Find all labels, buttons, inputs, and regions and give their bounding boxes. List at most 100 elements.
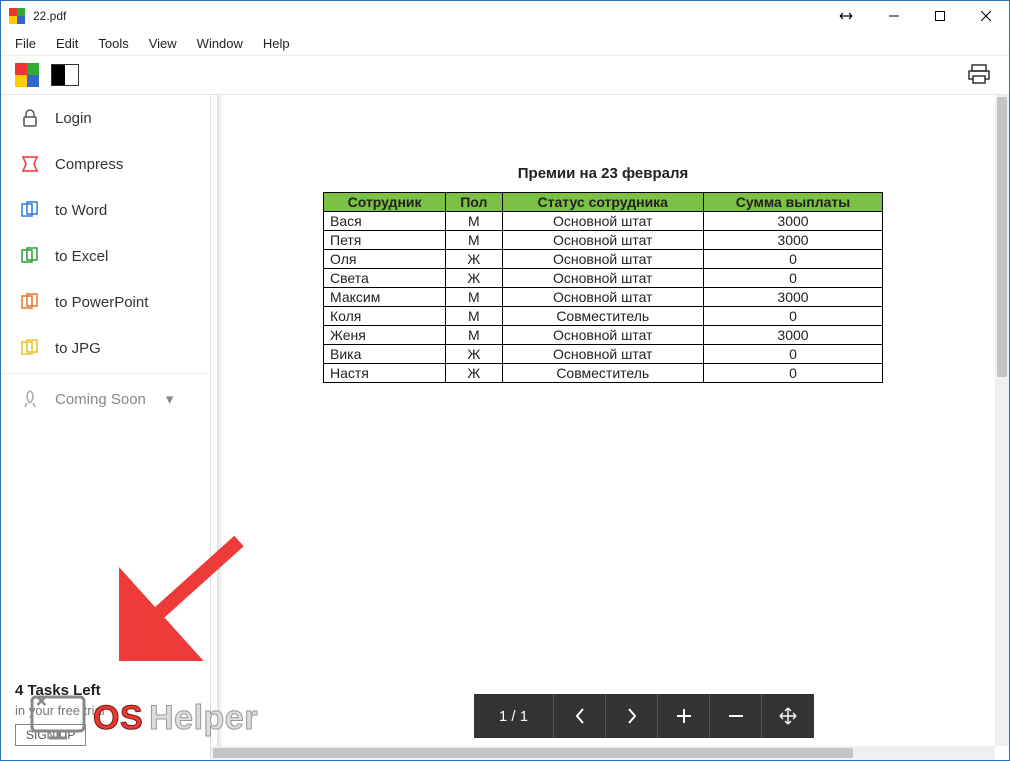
vertical-scroll-thumb[interactable] — [997, 97, 1007, 377]
main: Login Compress to Word to Excel to Power… — [1, 95, 1009, 760]
table-cell: М — [446, 212, 502, 231]
close-button[interactable] — [963, 1, 1009, 31]
menu-view[interactable]: View — [141, 34, 185, 53]
menu-edit[interactable]: Edit — [48, 34, 86, 53]
sidebar-item-coming-soon[interactable]: Coming Soon ▾ — [1, 376, 210, 422]
table-cell: Вася — [324, 212, 446, 231]
table-cell: Женя — [324, 326, 446, 345]
jpg-icon — [19, 337, 41, 359]
table-row: НастяЖСовместитель0 — [324, 364, 883, 383]
pager-toolbar: 1 / 1 — [474, 694, 814, 738]
compress-icon — [19, 153, 41, 175]
table-cell: Петя — [324, 231, 446, 250]
document-title: Премии на 23 февраля — [253, 165, 953, 182]
table-row: ВикаЖОсновной штат0 — [324, 345, 883, 364]
logo-icon[interactable] — [15, 63, 39, 87]
viewer: Премии на 23 февраля СотрудникПолСтатус … — [211, 95, 1009, 760]
menu-tools[interactable]: Tools — [90, 34, 136, 53]
maximize-button[interactable] — [917, 1, 963, 31]
table-header: Статус сотрудника — [502, 193, 703, 212]
table-row: МаксимМОсновной штат3000 — [324, 288, 883, 307]
horizontal-scrollbar[interactable] — [211, 746, 995, 760]
fit-page-button[interactable] — [762, 694, 814, 738]
table-cell: Коля — [324, 307, 446, 326]
sidebar-item-to-powerpoint[interactable]: to PowerPoint — [1, 279, 210, 325]
table-cell: М — [446, 326, 502, 345]
trial-label: in your free trial — [15, 703, 196, 718]
toolbar — [1, 55, 1009, 95]
table-cell: 0 — [703, 307, 882, 326]
table-cell: 0 — [703, 364, 882, 383]
table-row: ЖеняМОсновной штат3000 — [324, 326, 883, 345]
pdf-page: Премии на 23 февраля СотрудникПолСтатус … — [223, 95, 983, 413]
table-cell: Света — [324, 269, 446, 288]
sidebar-item-to-excel[interactable]: to Excel — [1, 233, 210, 279]
table-cell: Совместитель — [502, 307, 703, 326]
table-cell: Ж — [446, 250, 502, 269]
table-cell: 3000 — [703, 231, 882, 250]
horizontal-scroll-thumb[interactable] — [213, 748, 853, 758]
titlebar: 22.pdf — [1, 1, 1009, 31]
table-header: Сумма выплаты — [703, 193, 882, 212]
vertical-scrollbar[interactable] — [995, 95, 1009, 746]
prev-page-button[interactable] — [554, 694, 606, 738]
table-cell: 3000 — [703, 326, 882, 345]
table-cell: Максим — [324, 288, 446, 307]
menu-help[interactable]: Help — [255, 34, 298, 53]
sidebar-item-to-jpg[interactable]: to JPG — [1, 325, 210, 371]
table-row: СветаЖОсновной штат0 — [324, 269, 883, 288]
sidebar-separator — [1, 373, 210, 374]
table-cell: Основной штат — [502, 288, 703, 307]
sidebar-item-label: to Word — [55, 202, 107, 219]
sidebar-item-label: to Excel — [55, 248, 108, 265]
table-row: КоляМСовместитель0 — [324, 307, 883, 326]
menu-file[interactable]: File — [7, 34, 44, 53]
table-cell: 3000 — [703, 288, 882, 307]
excel-icon — [19, 245, 41, 267]
table-cell: Основной штат — [502, 231, 703, 250]
table-cell: Ж — [446, 364, 502, 383]
table-row: ПетяМОсновной штат3000 — [324, 231, 883, 250]
document-table: СотрудникПолСтатус сотрудникаСумма выпла… — [323, 192, 883, 383]
table-header: Пол — [446, 193, 502, 212]
rocket-icon — [19, 388, 41, 410]
sidebar-footer: 4 Tasks Left in your free trial SIGN UP — [15, 682, 196, 746]
zoom-in-button[interactable] — [658, 694, 710, 738]
sidebar-item-login[interactable]: Login — [1, 95, 210, 141]
table-cell: 0 — [703, 250, 882, 269]
table-row: ОляЖОсновной штат0 — [324, 250, 883, 269]
chevron-down-icon: ▾ — [166, 390, 174, 408]
table-cell: 3000 — [703, 212, 882, 231]
table-cell: Настя — [324, 364, 446, 383]
sidebar-item-label: to PowerPoint — [55, 294, 148, 311]
sidebar-item-compress[interactable]: Compress — [1, 141, 210, 187]
next-page-button[interactable] — [606, 694, 658, 738]
lock-icon — [19, 107, 41, 129]
table-cell: Ж — [446, 345, 502, 364]
minimize-button[interactable] — [871, 1, 917, 31]
table-cell: Основной штат — [502, 326, 703, 345]
table-cell: М — [446, 231, 502, 250]
page-scroll-area[interactable]: Премии на 23 февраля СотрудникПолСтатус … — [211, 95, 995, 746]
sidebar-item-label: Coming Soon — [55, 391, 146, 408]
tasks-left-label: 4 Tasks Left — [15, 682, 196, 699]
menu-window[interactable]: Window — [189, 34, 251, 53]
table-cell: Оля — [324, 250, 446, 269]
table-cell: Ж — [446, 269, 502, 288]
page-number[interactable]: 1 / 1 — [474, 694, 554, 738]
sidebar-item-to-word[interactable]: to Word — [1, 187, 210, 233]
theme-toggle[interactable] — [51, 64, 79, 86]
table-cell: Основной штат — [502, 250, 703, 269]
table-cell: Основной штат — [502, 345, 703, 364]
print-button[interactable] — [963, 59, 995, 92]
zoom-out-button[interactable] — [710, 694, 762, 738]
menubar: File Edit Tools View Window Help — [1, 31, 1009, 55]
sidebar-item-label: Compress — [55, 156, 123, 173]
table-cell: М — [446, 307, 502, 326]
signup-button[interactable]: SIGN UP — [15, 724, 86, 746]
table-cell: Совместитель — [502, 364, 703, 383]
drag-handle-icon[interactable] — [831, 1, 861, 31]
table-cell: 0 — [703, 269, 882, 288]
sidebar: Login Compress to Word to Excel to Power… — [1, 95, 211, 760]
app-icon — [9, 8, 25, 24]
